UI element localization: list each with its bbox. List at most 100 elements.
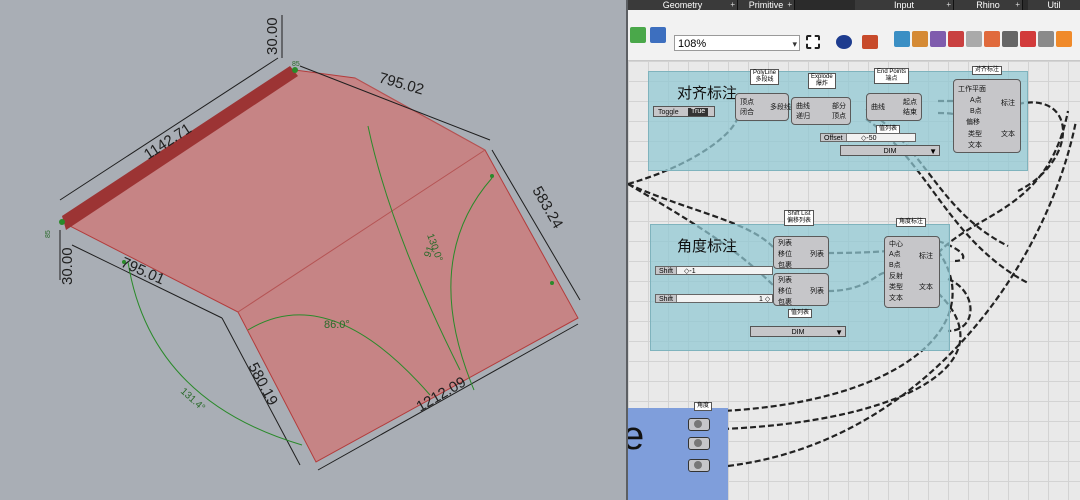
shift-list-component-2[interactable]: 列表 移位 包裹 列表	[773, 273, 829, 306]
hex-param-3[interactable]	[688, 459, 710, 472]
tab-util[interactable]: Util	[1028, 0, 1080, 10]
angle-in-a: A点	[889, 251, 901, 258]
toggle-value[interactable]: True	[688, 108, 709, 116]
shift2-in-list: 列表	[778, 277, 792, 284]
list-caption-1-text: 值列表	[879, 126, 898, 132]
dim-value-list-2[interactable]: DIM ▼	[750, 326, 846, 337]
angle-in-reflex: 反射	[889, 273, 903, 280]
endpoints-out-end: 结束	[903, 109, 917, 116]
explode-out-segments: 部分	[832, 103, 846, 110]
paint-brush-icon[interactable]	[862, 35, 878, 49]
tab-input[interactable]: Input +	[855, 0, 954, 10]
tool-icon-i[interactable]	[1056, 31, 1072, 47]
tab-rhino[interactable]: Rhino +	[954, 0, 1023, 10]
dim-58324: 583.24	[529, 184, 567, 232]
polyline-component[interactable]: 顶点 闭合 多段线	[735, 93, 791, 121]
angle-in-center: 中心	[889, 241, 903, 248]
hex-param-1[interactable]	[688, 418, 710, 431]
tool-icon-h[interactable]	[1038, 31, 1054, 47]
hex-icon	[694, 420, 702, 428]
shift-slider-1[interactable]: Shift ◇-1	[655, 266, 773, 275]
explode-component[interactable]: 曲线 递归 部分 顶点	[791, 97, 851, 125]
aligned-in-b: B点	[970, 108, 982, 115]
tool-icon-f[interactable]	[1002, 31, 1018, 47]
toolbar: 108% ▾	[628, 10, 1080, 61]
save-icon[interactable]	[650, 27, 666, 43]
dim-value-list-1-text: DIM	[883, 148, 897, 155]
toggle-name: Toggle	[658, 109, 679, 116]
angle-tiny-left: 85	[45, 230, 52, 238]
open-file-icon[interactable]	[630, 27, 646, 43]
endpoints-component[interactable]: 曲线 起点 结束	[866, 93, 922, 121]
shift-slider-2-value[interactable]: 1 ◇	[759, 295, 770, 304]
tool-icon-b[interactable]	[930, 31, 946, 47]
angle-in-type: 类型	[889, 284, 903, 291]
tab-geometry[interactable]: Geometry +	[628, 0, 738, 10]
aligned-in-offset: 偏移	[966, 119, 980, 126]
dim-left-30: 30.00	[59, 247, 76, 285]
angle-860: 86.0°	[324, 319, 350, 331]
dropdown-triangle-icon-2[interactable]: ▼	[835, 327, 843, 338]
blue-group[interactable]: e 角度	[628, 402, 728, 500]
shift-list-caption: Shift List 偏移列表	[784, 210, 815, 226]
offset-slider-value[interactable]: ◇-50	[861, 134, 877, 143]
endpoints-caption-text: End Points 端点	[877, 69, 907, 82]
explode-in-recursive: 递归	[796, 113, 810, 120]
tool-icon-c[interactable]	[948, 31, 964, 47]
globe-icon[interactable]	[894, 31, 910, 47]
dropdown-triangle-icon[interactable]: ▼	[929, 146, 937, 157]
aligned-out-dim: 标注	[1001, 100, 1015, 107]
rhino-viewport[interactable]: 30.00 795.02 1142.71 583.24 30.00 795.01…	[0, 0, 626, 500]
shift1-in-list: 列表	[778, 240, 792, 247]
tab-rhino-label: Rhino	[976, 0, 1000, 10]
eye-preview-icon[interactable]	[836, 35, 852, 49]
polyline-out: 多段线	[770, 104, 791, 111]
dim-value-list-1[interactable]: DIM ▼	[840, 145, 940, 156]
hex-param-2[interactable]	[688, 437, 710, 450]
grasshopper-panel: Geometry + Primitive + Input + Rhino + Util …	[628, 0, 1080, 500]
explode-in-curve: 曲线	[796, 103, 810, 110]
angle-dim-component[interactable]: 中心 A点 B点 反射 类型 文本 标注 文本	[884, 236, 940, 308]
hex-icon-2	[694, 439, 702, 447]
sketch-preview-icon[interactable]	[806, 35, 820, 49]
tab-util-label: Util	[1047, 0, 1061, 10]
angle-tiny-top: 85	[292, 61, 300, 68]
tool-icon-a[interactable]	[912, 31, 928, 47]
endpoints-in-curve: 曲线	[871, 104, 885, 111]
angle-in-text: 文本	[889, 295, 903, 302]
dim-value-list-2-text: DIM	[791, 329, 805, 336]
offset-slider[interactable]: Offset ◇-50	[820, 133, 916, 142]
blue-group-caption-text: 角度	[697, 403, 710, 409]
polyline-in-vertices: 顶点	[740, 99, 754, 106]
boolean-toggle[interactable]: Toggle True	[653, 106, 715, 117]
blue-group-title: e	[628, 414, 645, 458]
shift-slider-2[interactable]: Shift 1 ◇	[655, 294, 773, 303]
shift2-in-wrap: 包裹	[778, 299, 792, 306]
component-tab-bar: Geometry + Primitive + Input + Rhino + Util	[628, 0, 1080, 10]
explode-caption-text: Explode 爆炸	[811, 74, 833, 87]
group-title-aligned: 对齐标注	[677, 84, 738, 102]
gh-canvas[interactable]: 对齐标注 角度 标注 Toggle True PolyLine 多段线 顶点 闭合…	[628, 61, 1080, 500]
list-caption-2-text: 值列表	[791, 310, 810, 316]
shift1-in-shift: 移位	[778, 251, 792, 258]
hex-icon-3	[694, 461, 702, 469]
zoom-dropdown[interactable]: 108% ▾	[674, 35, 800, 51]
shift-slider-2-name: Shift	[656, 295, 678, 303]
tool-icon-d[interactable]	[966, 31, 982, 47]
chevron-down-icon: ▾	[792, 39, 797, 49]
tool-icon-e[interactable]	[984, 31, 1000, 47]
shift-list-component-1[interactable]: 列表 移位 包裹 列表	[773, 236, 829, 269]
polyline-in-closed: 闭合	[740, 109, 754, 116]
shift-slider-1-value[interactable]: ◇-1	[684, 267, 696, 276]
list-caption-2: 值列表	[788, 309, 813, 318]
zoom-value: 108%	[678, 38, 707, 50]
polyline-caption-text: PolyLine 多段线	[753, 70, 777, 83]
endpoints-out-start: 起点	[903, 99, 917, 106]
aligned-dim-component[interactable]: 工作平面 A点 B点 偏移 类型 文本 标注 文本	[953, 79, 1021, 153]
aligned-in-a: A点	[970, 97, 982, 104]
tool-icon-g[interactable]	[1020, 31, 1036, 47]
shift-slider-1-name: Shift	[656, 267, 678, 275]
aligned-in-text: 文本	[968, 142, 982, 149]
blue-group-caption: 角度	[694, 402, 713, 411]
tab-primitive[interactable]: Primitive +	[738, 0, 795, 10]
